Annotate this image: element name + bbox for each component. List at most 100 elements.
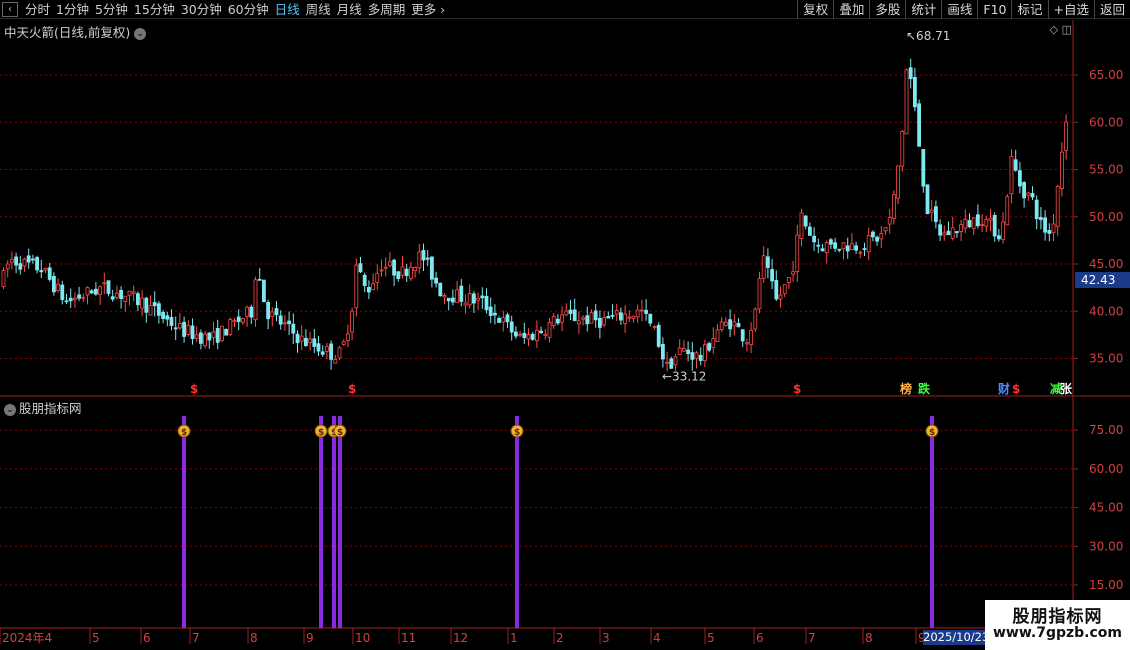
period-tab[interactable]: 15分钟 [131,0,178,19]
kline-chart[interactable]: 65.00 60.00 55.00 50.00 45.00 40.00 35.00 ↖68.7… [0,20,1130,650]
candle-body [963,218,968,229]
period-tab[interactable]: 60分钟 [225,0,272,19]
signal-bar [332,416,336,628]
candle-body [39,270,44,273]
period-tab[interactable]: 30分钟 [178,0,225,19]
candle-body [614,310,619,315]
candle-body [568,309,573,314]
event-marker[interactable]: 榜 [900,381,912,396]
event-marker[interactable]: $ [190,382,198,396]
candle-body [896,165,900,199]
candle-body [976,214,980,227]
price-tick-label: 50.00 [1089,210,1123,224]
x-axis-label: 6 [756,631,764,645]
indicator-tick-label: 75.00 [1089,423,1123,437]
candle-body [774,280,779,300]
candle-body [1022,182,1026,199]
event-marker[interactable]: 财 [997,381,1010,396]
signal-bar [319,416,323,628]
candle-body [345,333,350,341]
candle-body [131,291,136,294]
indicator-tick-label: 60.00 [1089,462,1123,476]
tool-button[interactable]: F10 [977,0,1011,19]
event-marker[interactable]: $ [1012,382,1020,396]
candle-body [492,312,497,316]
candle-body [518,333,522,336]
candle-body [589,312,594,324]
candle-body [791,271,795,275]
period-tab[interactable]: 多周期 [365,0,409,19]
signal-bar [338,416,342,628]
candle-body [35,257,39,271]
tool-button[interactable]: 复权 [797,0,833,19]
candle-body [955,231,959,234]
candle-body [60,284,65,300]
candle-body [988,217,993,221]
candle-body [787,277,791,284]
tool-button[interactable]: 标记 [1011,0,1047,19]
money-bag-glyph: $ [514,428,520,438]
candle-body [119,289,123,299]
price-tick-label: 65.00 [1089,68,1123,82]
candle-body [425,257,430,260]
tool-button[interactable]: 叠加 [833,0,869,19]
candle-body [665,361,669,364]
candle-body [47,267,52,280]
candle-body [295,333,300,344]
period-tabs: 分时 1分钟 5分钟 15分钟 30分钟 60分钟 日线 周线 月线 多周期 更多 › [22,0,448,19]
candle-body [850,243,854,251]
period-tab[interactable]: 更多 › [408,0,448,19]
tool-button[interactable]: +自选 [1047,0,1094,19]
candle-body [677,347,682,355]
left-square-icon[interactable]: ‹ [2,2,18,17]
candle-body [984,219,989,227]
candle-body [820,248,825,252]
candle-body [829,239,833,245]
tool-button[interactable]: 统计 [905,0,941,19]
period-tab[interactable]: 周线 [303,0,334,19]
period-tab[interactable]: 1分钟 [53,0,92,19]
candle-body [186,325,191,335]
candle-body [883,227,888,232]
indicator-tick-label: 45.00 [1089,501,1123,515]
candle-body [463,302,468,306]
candle-body [623,313,627,324]
candle-body [408,266,413,279]
event-marker[interactable]: 跌 [918,381,931,396]
candle-body [177,322,182,329]
candle-body [686,349,690,355]
candle-body [115,292,119,298]
period-tab[interactable]: 5分钟 [92,0,131,19]
period-tab[interactable]: 月线 [334,0,365,19]
period-tab[interactable]: 日线 [272,0,303,19]
candle-body [892,194,896,219]
tool-button[interactable]: 返回 [1093,0,1130,19]
tool-buttons: 复权 叠加 多股 统计 画线 F10 标记 +自选 返回 [797,0,1130,19]
candle-body [156,303,161,316]
candle-body [64,300,69,303]
candle-body [1,270,6,288]
candle-body [341,340,346,345]
candle-body [917,103,921,147]
candle-body [505,314,510,323]
candle-body [30,258,35,261]
tool-button[interactable]: 多股 [869,0,905,19]
event-marker[interactable]: $ [793,382,801,396]
money-bag-glyph: $ [929,428,935,438]
candle-body [854,245,858,251]
candle-body [358,263,363,273]
x-axis-label: 12 [453,631,468,645]
candle-body [627,316,632,319]
candle-body [724,321,728,326]
event-marker[interactable]: $ [348,382,356,396]
candle-body [522,332,527,338]
candle-body [219,325,224,342]
candle-body [73,297,77,301]
candle-body [274,308,279,316]
candle-body [803,215,808,227]
candle-body [77,294,81,299]
event-marker[interactable]: 张 [1060,381,1073,396]
tool-button[interactable]: 画线 [941,0,977,19]
period-tab[interactable]: 分时 [22,0,53,19]
candle-body [824,242,829,253]
